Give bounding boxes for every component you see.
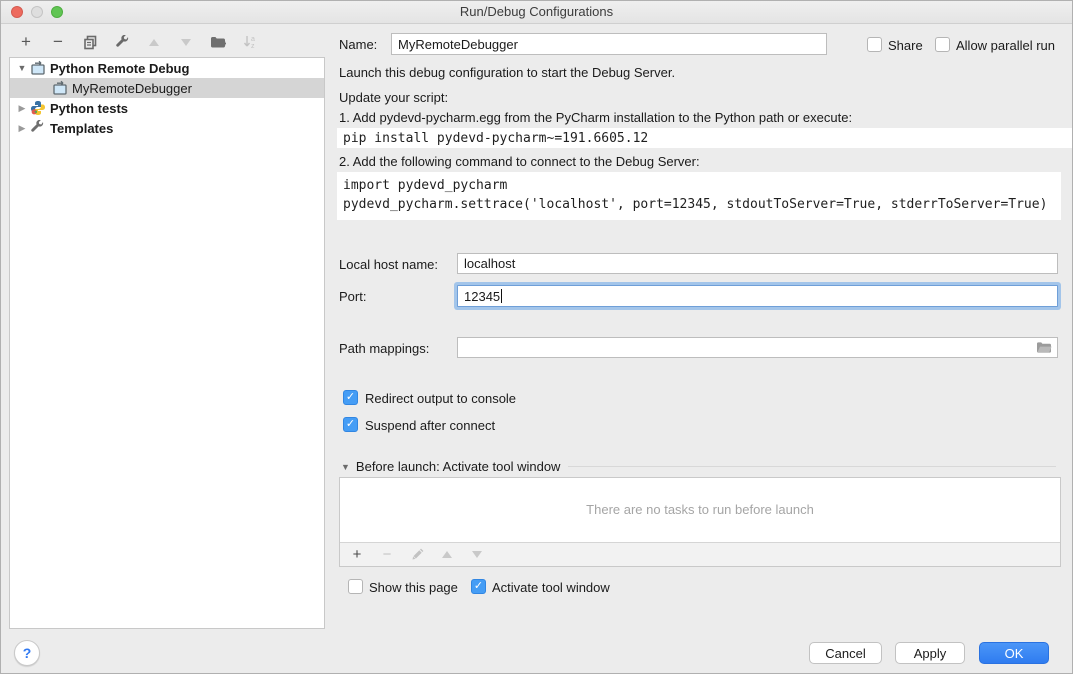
run-debug-configurations-dialog: Run/Debug Configurations + − az ▼ Python…: [0, 0, 1073, 674]
tree-item-python-remote-debug[interactable]: ▼ Python Remote Debug: [10, 58, 324, 78]
tree-item-label: Templates: [50, 121, 113, 136]
edit-task-icon[interactable]: [408, 546, 426, 564]
tree-item-label: Python tests: [50, 101, 128, 116]
edit-defaults-icon[interactable]: [113, 33, 131, 51]
tree-item-python-tests[interactable]: ▶ Python tests: [10, 98, 324, 118]
code-line-1: import pydevd_pycharm: [343, 178, 507, 193]
move-task-up-icon[interactable]: [438, 546, 456, 564]
name-input[interactable]: MyRemoteDebugger: [391, 33, 827, 55]
move-task-down-icon[interactable]: [468, 546, 486, 564]
remove-task-icon[interactable]: −: [378, 546, 396, 564]
text-cursor: [501, 289, 502, 303]
help-button[interactable]: ?: [14, 640, 40, 666]
share-label: Share: [888, 38, 923, 53]
activate-tool-window-label: Activate tool window: [492, 580, 610, 595]
task-list-toolbar: + −: [340, 542, 1060, 566]
tree-item-templates[interactable]: ▶ Templates: [10, 118, 324, 138]
port-value: 12345: [464, 289, 500, 304]
new-folder-icon[interactable]: [209, 33, 227, 51]
name-label: Name:: [339, 37, 377, 52]
configurations-tree: ▼ Python Remote Debug MyRemoteDebugger ▶…: [9, 57, 325, 629]
window-title: Run/Debug Configurations: [1, 4, 1072, 19]
move-down-icon[interactable]: [177, 33, 195, 51]
local-host-name-value: localhost: [464, 256, 515, 271]
local-host-name-label: Local host name:: [339, 257, 438, 272]
description-line-1: Launch this debug configuration to start…: [339, 65, 675, 80]
share-checkbox[interactable]: [867, 37, 882, 52]
redirect-output-label: Redirect output to console: [365, 391, 516, 406]
before-launch-title: Before launch: Activate tool window: [356, 459, 561, 474]
suspend-after-connect-label: Suspend after connect: [365, 418, 495, 433]
description-step-1: 1. Add pydevd-pycharm.egg from the PyCha…: [339, 110, 852, 125]
activate-tool-window-checkbox[interactable]: ✓: [471, 579, 486, 594]
path-mappings-input[interactable]: [457, 337, 1058, 358]
tree-item-label: Python Remote Debug: [50, 61, 189, 76]
settrace-code-block: import pydevd_pycharm pydevd_pycharm.sett…: [337, 172, 1061, 220]
svg-text:a: a: [251, 36, 255, 43]
tree-item-myremotedebugger[interactable]: MyRemoteDebugger: [10, 78, 324, 98]
chevron-collapsed-icon[interactable]: ▶: [16, 103, 28, 114]
sort-configurations-icon[interactable]: az: [241, 33, 259, 51]
chevron-expanded-icon[interactable]: ▼: [16, 63, 28, 73]
section-divider: [568, 466, 1056, 467]
title-bar: Run/Debug Configurations: [1, 1, 1072, 24]
templates-wrench-icon: [30, 120, 46, 136]
tree-item-label: MyRemoteDebugger: [72, 81, 192, 96]
configurations-toolbar: + − az: [17, 31, 259, 53]
ok-button[interactable]: OK: [979, 642, 1049, 664]
suspend-after-connect-checkbox[interactable]: ✓: [343, 417, 358, 432]
description-line-2: Update your script:: [339, 90, 448, 105]
before-launch-header[interactable]: ▼ Before launch: Activate tool window: [341, 459, 1056, 474]
svg-text:z: z: [251, 43, 255, 50]
move-up-icon[interactable]: [145, 33, 163, 51]
add-configuration-icon[interactable]: +: [17, 33, 35, 51]
apply-button[interactable]: Apply: [895, 642, 965, 664]
show-this-page-label: Show this page: [369, 580, 458, 595]
code-line-2: pydevd_pycharm.settrace('localhost', por…: [343, 197, 1047, 212]
pip-install-code: pip install pydevd-pycharm~=191.6605.12: [337, 128, 1073, 148]
port-input[interactable]: 12345: [457, 285, 1058, 307]
redirect-output-checkbox[interactable]: ✓: [343, 390, 358, 405]
remove-configuration-icon[interactable]: −: [49, 33, 67, 51]
port-label: Port:: [339, 289, 366, 304]
description-step-2: 2. Add the following command to connect …: [339, 154, 700, 169]
allow-parallel-run-label: Allow parallel run: [956, 38, 1055, 53]
show-this-page-checkbox[interactable]: [348, 579, 363, 594]
empty-tasks-message: There are no tasks to run before launch: [340, 502, 1060, 517]
copy-configuration-icon[interactable]: [81, 33, 99, 51]
cancel-button[interactable]: Cancel: [809, 642, 882, 664]
add-task-icon[interactable]: +: [348, 546, 366, 564]
name-value: MyRemoteDebugger: [398, 37, 518, 52]
chevron-collapsed-icon[interactable]: ▶: [16, 123, 28, 134]
path-mappings-label: Path mappings:: [339, 341, 429, 356]
run-config-icon: [52, 80, 68, 96]
local-host-name-input[interactable]: localhost: [457, 253, 1058, 274]
chevron-expanded-icon[interactable]: ▼: [341, 462, 350, 472]
before-launch-task-list[interactable]: There are no tasks to run before launch …: [339, 477, 1061, 567]
allow-parallel-run-checkbox[interactable]: [935, 37, 950, 52]
python-tests-icon: [30, 100, 46, 116]
browse-folder-icon[interactable]: [1036, 341, 1052, 354]
run-config-icon: [30, 60, 46, 76]
